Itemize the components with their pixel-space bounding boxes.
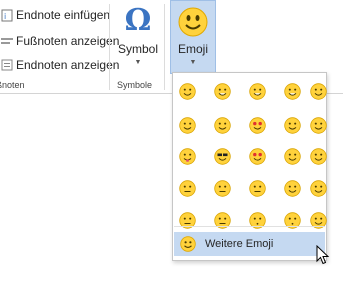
emoji-dropdown: Weitere Emoji bbox=[172, 72, 327, 261]
insert-endnote-label: Endnote einfügen bbox=[16, 8, 111, 22]
upside-down-face-emoji-button[interactable] bbox=[284, 117, 301, 134]
insert-endnote-icon: i bbox=[0, 8, 14, 22]
group-separator bbox=[109, 4, 110, 90]
sweat-smile-face-emoji-button[interactable] bbox=[214, 117, 231, 134]
menu-divider bbox=[174, 226, 325, 227]
footnotes-group-label: Fußnoten bbox=[0, 80, 25, 90]
smiley-face-icon bbox=[180, 236, 196, 252]
smiley-face-icon bbox=[178, 7, 208, 42]
mouse-cursor-icon bbox=[316, 244, 330, 270]
smiling-face-alt-emoji-button[interactable] bbox=[310, 117, 327, 134]
symbol-button[interactable]: Ω Symbol ▼ bbox=[116, 4, 160, 67]
smiling-face-emoji-button[interactable] bbox=[179, 117, 196, 134]
tongue-out-face-emoji-button[interactable] bbox=[179, 148, 196, 165]
show-footnotes-label: Fußnoten anzeigen bbox=[16, 34, 120, 48]
emoji-button[interactable]: Emoji ▼ bbox=[170, 0, 216, 74]
chevron-down-icon: ▼ bbox=[134, 59, 142, 66]
symbols-group-label: Symbole bbox=[117, 80, 153, 90]
squinting-face-emoji-button[interactable] bbox=[310, 148, 327, 165]
crying-laughing-face-emoji-button[interactable] bbox=[249, 83, 266, 100]
more-emoji-menu-item[interactable]: Weitere Emoji bbox=[174, 232, 325, 256]
more-emoji-label: Weitere Emoji bbox=[205, 238, 274, 250]
heart-eyes-face-alt-emoji-button[interactable] bbox=[249, 148, 266, 165]
symbol-label: Symbol bbox=[117, 42, 158, 56]
neutral-face-emoji-button[interactable] bbox=[179, 180, 196, 197]
show-endnotes-label: Endnoten anzeigen bbox=[16, 58, 120, 72]
emoji-label: Emoji bbox=[177, 42, 208, 56]
rofl-face-emoji-button[interactable] bbox=[284, 83, 301, 100]
group-separator bbox=[164, 4, 165, 90]
show-endnotes-button[interactable]: Endnoten anzeigen bbox=[0, 55, 119, 75]
kissing-face-emoji-button[interactable] bbox=[284, 148, 301, 165]
slightly-smiling-face-emoji-button[interactable] bbox=[310, 83, 327, 100]
confounded-face-emoji-button[interactable] bbox=[179, 83, 196, 100]
thinking-face-emoji-button[interactable] bbox=[310, 180, 327, 197]
heart-eyes-face-emoji-button[interactable] bbox=[249, 117, 266, 134]
insert-endnote-button[interactable]: i Endnote einfügen bbox=[0, 5, 110, 25]
show-footnotes-icon bbox=[0, 34, 14, 48]
sunglasses-face-emoji-button[interactable] bbox=[214, 148, 231, 165]
expressionless-face-emoji-button[interactable] bbox=[214, 180, 231, 197]
show-footnotes-button[interactable]: Fußnoten anzeigen bbox=[0, 31, 119, 51]
chevron-down-icon: ▼ bbox=[189, 59, 197, 66]
omega-icon: Ω bbox=[124, 3, 152, 38]
neutral-face-alt-emoji-button[interactable] bbox=[249, 180, 266, 197]
show-endnotes-icon bbox=[0, 58, 14, 72]
svg-text:i: i bbox=[4, 12, 6, 21]
grinning-face-emoji-button[interactable] bbox=[214, 83, 231, 100]
hugging-face-emoji-button[interactable] bbox=[284, 180, 301, 197]
